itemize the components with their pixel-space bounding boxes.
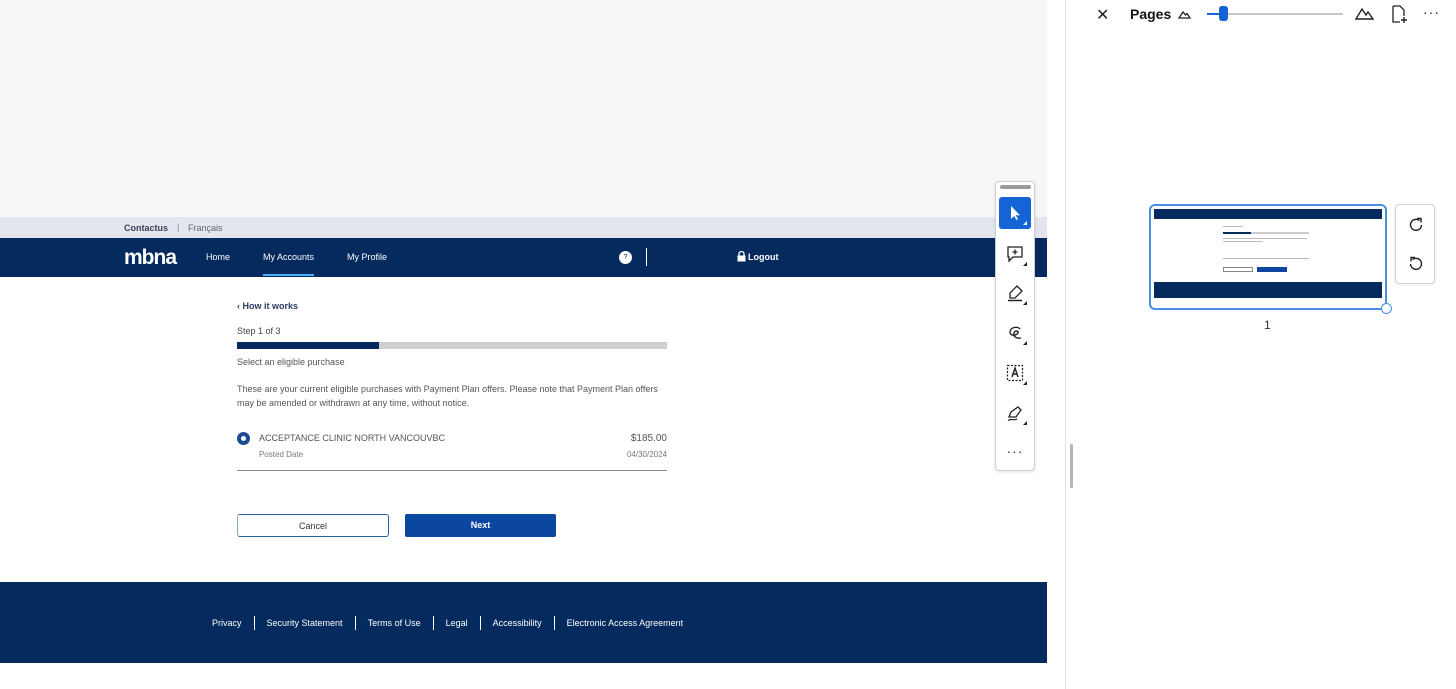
step-sublabel: Select an eligible purchase xyxy=(237,357,345,367)
language-link[interactable]: Français xyxy=(188,223,223,233)
text-box-icon xyxy=(1006,364,1024,382)
panel-resize-handle[interactable] xyxy=(1070,444,1073,488)
thumbnail-cancel-preview xyxy=(1223,267,1253,272)
thumbnail-next-preview xyxy=(1257,267,1287,272)
footer-link-legal[interactable]: Legal xyxy=(446,618,468,628)
footer-link-accessibility[interactable]: Accessibility xyxy=(493,618,542,628)
tool-dropdown-indicator xyxy=(1023,421,1027,425)
eligible-purchases-description: These are your current eligible purchase… xyxy=(237,384,658,408)
pages-panel-header: ✕ Pages ··· xyxy=(1066,0,1456,30)
document-area[interactable]: Contactus | Français mbna Home My Accoun… xyxy=(0,0,1047,689)
thumbnail-text-preview xyxy=(1223,258,1309,259)
contact-us-link[interactable]: Contactus xyxy=(124,223,168,233)
utility-separator: | xyxy=(177,222,180,232)
thumbnail-header-preview xyxy=(1154,209,1382,219)
page-number-label: 1 xyxy=(1264,318,1271,332)
footer-link-electronic-access[interactable]: Electronic Access Agreement xyxy=(567,618,684,628)
cancel-button[interactable]: Cancel xyxy=(237,514,389,537)
posted-date-label: Posted Date xyxy=(259,450,304,459)
footer-separator xyxy=(432,616,434,630)
sign-icon xyxy=(1007,406,1022,422)
thumbnail-text-preview xyxy=(1223,238,1307,239)
footer-link-security[interactable]: Security Statement xyxy=(267,618,343,628)
tool-dropdown-indicator xyxy=(1023,341,1027,345)
pages-panel-title: Pages xyxy=(1130,6,1172,22)
logout-label: Logout xyxy=(748,252,779,262)
rotate-counterclockwise-icon xyxy=(1409,256,1423,270)
tool-dropdown-indicator xyxy=(1023,301,1027,305)
draw-button[interactable] xyxy=(999,317,1031,349)
text-box-button[interactable] xyxy=(999,357,1031,389)
utility-bar: Contactus | Français xyxy=(0,217,1047,238)
panel-more-button[interactable]: ··· xyxy=(1423,4,1440,20)
select-tool-icon xyxy=(1011,206,1020,220)
thumbnail-text-preview xyxy=(1223,226,1243,227)
step-progress-bar xyxy=(237,342,667,349)
footer-separator xyxy=(479,616,481,630)
thumbnail-resize-handle[interactable] xyxy=(1381,303,1392,314)
tool-dropdown-indicator xyxy=(1023,381,1027,385)
highlight-icon xyxy=(1008,285,1023,302)
thumbnail-progress-fill-preview xyxy=(1223,232,1251,234)
document-page: Contactus | Français mbna Home My Accoun… xyxy=(0,217,1047,689)
how-it-works-link[interactable]: ‹ How it works xyxy=(237,301,298,311)
select-tool-button[interactable] xyxy=(999,197,1031,229)
purchase-amount: $185.00 xyxy=(630,433,667,444)
panel-divider xyxy=(1065,0,1066,689)
tool-dropdown-indicator xyxy=(1023,221,1027,225)
nav-home[interactable]: Home xyxy=(206,252,230,262)
pdf-viewer-window: Contactus | Français mbna Home My Accoun… xyxy=(0,0,1456,689)
lock-icon xyxy=(737,251,746,262)
sign-button[interactable] xyxy=(999,397,1031,429)
purchase-merchant: ACCEPTANCE CLINIC NORTH VANCOUVBC xyxy=(259,433,446,443)
add-page-icon[interactable] xyxy=(1391,5,1408,24)
step-progress-fill xyxy=(237,342,379,349)
step-label: Step 1 of 3 xyxy=(237,326,281,336)
footer-separator xyxy=(553,616,555,630)
highlight-button[interactable] xyxy=(999,277,1031,309)
logout-button[interactable]: Logout xyxy=(737,251,779,262)
purchase-row[interactable]: ACCEPTANCE CLINIC NORTH VANCOUVBC $185.0… xyxy=(237,430,667,471)
rotate-counterclockwise-button[interactable] xyxy=(1405,253,1427,275)
footer-separator xyxy=(354,616,356,630)
nav-my-accounts[interactable]: My Accounts xyxy=(263,252,315,276)
draw-icon xyxy=(1009,326,1022,339)
thumbnail-zoom-slider[interactable] xyxy=(1207,6,1343,21)
add-comment-button[interactable] xyxy=(999,238,1031,270)
add-comment-icon xyxy=(1007,246,1023,263)
footer-link-terms[interactable]: Terms of Use xyxy=(368,618,421,628)
page-thumbnail[interactable] xyxy=(1149,204,1387,310)
posted-date-value: 04/30/2024 xyxy=(626,450,667,459)
site-navbar: mbna Home My Accounts My Profile ? Logou… xyxy=(0,238,1047,277)
zoom-out-thumbnails-icon[interactable] xyxy=(1178,9,1191,19)
help-icon[interactable]: ? xyxy=(619,251,632,264)
purchase-radio[interactable] xyxy=(237,432,250,445)
footer-links: Privacy Security Statement Terms of Use … xyxy=(212,616,683,630)
footer-link-privacy[interactable]: Privacy xyxy=(212,618,242,628)
close-panel-button[interactable]: ✕ xyxy=(1096,5,1109,25)
zoom-slider-thumb[interactable] xyxy=(1219,6,1229,21)
footer-separator xyxy=(253,616,255,630)
more-tools-button[interactable]: ··· xyxy=(999,435,1031,467)
nav-divider xyxy=(646,248,647,266)
toolbar-drag-handle[interactable] xyxy=(1000,185,1031,189)
annotation-toolbar: ··· xyxy=(995,181,1035,471)
rotate-clockwise-button[interactable] xyxy=(1405,214,1427,236)
nav-my-profile[interactable]: My Profile xyxy=(347,252,387,262)
rotate-clockwise-icon xyxy=(1409,217,1423,231)
rotate-controls xyxy=(1395,204,1435,284)
zoom-in-thumbnails-icon[interactable] xyxy=(1355,6,1374,20)
site-footer: Privacy Security Statement Terms of Use … xyxy=(0,582,1047,663)
mbna-logo[interactable]: mbna xyxy=(124,246,177,270)
thumbnail-text-preview xyxy=(1223,241,1263,242)
next-button[interactable]: Next xyxy=(405,514,556,537)
thumbnail-footer-preview xyxy=(1154,282,1382,298)
tool-dropdown-indicator xyxy=(1023,262,1027,266)
more-icon: ··· xyxy=(1006,443,1024,459)
